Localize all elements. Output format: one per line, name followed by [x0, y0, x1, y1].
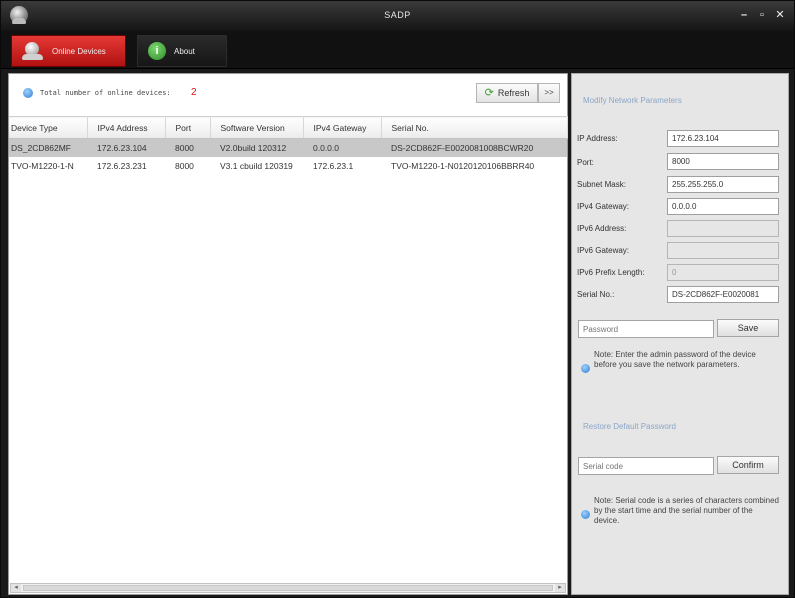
tab-label: Online Devices [52, 46, 106, 56]
column-header[interactable]: IPv4 Address [87, 116, 166, 139]
ipv4-gateway-field[interactable] [667, 198, 779, 215]
subnet-mask-label: Subnet Mask: [577, 180, 626, 189]
table-header-row: Device Type IPv4 Address Port Software V… [9, 116, 568, 139]
ipv6-gateway-label: IPv6 Gateway: [577, 246, 630, 255]
info-circle-icon: i [148, 42, 166, 60]
table-cell: V3.1 cbuild 120319 [220, 160, 293, 171]
port-field[interactable] [667, 153, 779, 170]
tab-bar: Online Devices i About [1, 31, 794, 69]
ipv6-gateway-field [667, 242, 779, 259]
tab-online-devices[interactable]: Online Devices [11, 35, 126, 67]
window-title: SADP [384, 10, 411, 20]
table-row[interactable]: TVO-M1220-1-N 172.6.23.231 8000 V3.1 cbu… [9, 157, 567, 175]
ip-address-field[interactable] [667, 130, 779, 147]
table-cell: TVO-M1220-1-N0120120106BBRR40 [391, 160, 535, 171]
total-devices-label: Total number of online devices: [40, 89, 171, 97]
table-cell: 172.6.23.1 [313, 160, 354, 171]
table-row[interactable]: DS_2CD862MF 172.6.23.104 8000 V2.0build … [9, 138, 567, 157]
info-circle-icon [581, 364, 590, 373]
window-controls: – ▫ ✕ [738, 9, 786, 21]
ipv6-prefix-length-label: IPv6 Prefix Length: [577, 268, 645, 277]
total-devices-count: 2 [191, 87, 197, 98]
refresh-label: Refresh [497, 88, 530, 98]
column-header[interactable]: Port [165, 116, 211, 139]
scroll-right-icon[interactable]: ▸ [555, 584, 565, 592]
ipv4-gateway-label: IPv4 Gateway: [577, 202, 630, 211]
table-cell: V2.0build 120312 [210, 138, 303, 157]
serial-no-field[interactable] [667, 286, 779, 303]
serial-no-label: Serial No.: [577, 290, 615, 299]
confirm-button[interactable]: Confirm [717, 456, 779, 474]
table-cell: 8000 [165, 138, 210, 157]
tab-about[interactable]: i About [137, 35, 227, 67]
device-list-toolbar: Total number of online devices: 2 ⟳ Refr… [9, 74, 567, 116]
info-circle-icon [581, 510, 590, 519]
info-circle-icon [23, 88, 33, 98]
tab-label: About [174, 46, 195, 56]
column-header[interactable]: Software Version [210, 116, 304, 139]
save-button[interactable]: Save [717, 319, 779, 337]
ip-address-label: IP Address: [577, 134, 618, 143]
ipv6-address-label: IPv6 Address: [577, 224, 627, 233]
table-cell: 172.6.23.231 [97, 160, 147, 171]
refresh-arrow-icon: ⟳ [484, 86, 494, 99]
camera-dome-icon [22, 41, 44, 61]
password-input[interactable] [578, 320, 714, 338]
network-parameters-panel: Modify Network Parameters IP Address: Po… [571, 73, 789, 595]
close-button[interactable]: ✕ [774, 9, 786, 21]
expand-button[interactable]: >> [538, 83, 560, 103]
restore-password-title: Restore Default Password [583, 422, 676, 431]
sadp-window: SADP – ▫ ✕ Online Devices i About Total … [0, 0, 795, 598]
device-table: Device Type IPv4 Address Port Software V… [9, 116, 568, 175]
port-label: Port: [577, 158, 594, 167]
column-header[interactable]: Device Type [9, 116, 88, 139]
table-cell: 8000 [175, 160, 194, 171]
maximize-button[interactable]: ▫ [756, 9, 768, 21]
restore-note: Note: Serial code is a series of charact… [594, 496, 779, 525]
scrollbar-thumb[interactable] [23, 585, 553, 591]
horizontal-scrollbar[interactable]: ◂ ▸ [10, 583, 566, 593]
column-header[interactable]: Serial No. [381, 116, 568, 139]
scroll-left-icon[interactable]: ◂ [11, 584, 21, 592]
refresh-button[interactable]: ⟳ Refresh [476, 83, 538, 103]
ipv6-prefix-length-field [667, 264, 779, 281]
serial-code-input[interactable] [578, 457, 714, 475]
table-cell: DS_2CD862MF [9, 138, 87, 157]
modify-network-title: Modify Network Parameters [583, 96, 682, 105]
table-cell: 0.0.0.0 [303, 138, 381, 157]
ipv6-address-field [667, 220, 779, 237]
table-cell: TVO-M1220-1-N [11, 160, 74, 171]
save-note: Note: Enter the admin password of the de… [594, 350, 756, 369]
title-bar: SADP – ▫ ✕ [1, 1, 794, 31]
device-list-panel: Total number of online devices: 2 ⟳ Refr… [8, 73, 568, 595]
table-cell: 172.6.23.104 [87, 138, 165, 157]
minimize-button[interactable]: – [738, 9, 750, 21]
table-cell: DS-2CD862F-E0020081008BCWR20 [381, 138, 567, 157]
subnet-mask-field[interactable] [667, 176, 779, 193]
column-header[interactable]: IPv4 Gateway [303, 116, 382, 139]
